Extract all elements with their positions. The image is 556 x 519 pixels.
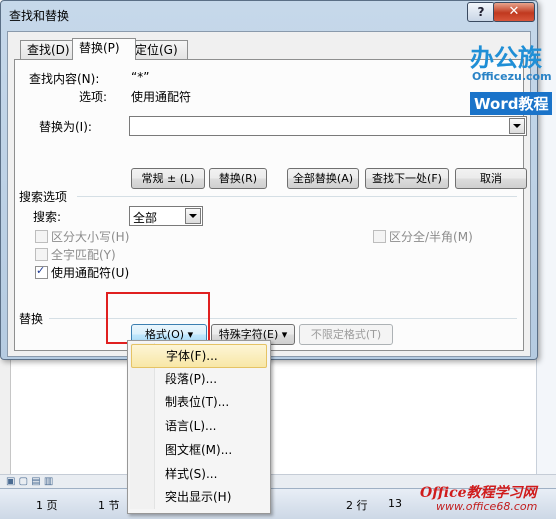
menu-item-label: 样式(S)... (165, 467, 218, 481)
cancel-button[interactable]: 取消 (455, 168, 527, 189)
vertical-ruler (0, 360, 11, 474)
brand-watermark: 办公族 (470, 44, 542, 72)
close-button[interactable]: ✕ (493, 2, 535, 22)
menu-item-highlight[interactable]: 突出显示(H) (131, 486, 265, 508)
find-next-button[interactable]: 查找下一处(F) (365, 168, 449, 189)
status-section: 1 节 (98, 499, 120, 512)
search-select-value: 全部 (133, 211, 158, 225)
dialog-title: 查找和替换 (9, 9, 70, 23)
menu-item-label: 字体(F)... (166, 349, 218, 363)
replace-tab-pane: 查找内容(N): “*” 选项: 使用通配符 替换为(I): 常规 ± (L) … (14, 59, 527, 351)
less-button[interactable]: 常规 ± (L) (131, 168, 205, 189)
whole-word-checkbox[interactable] (35, 248, 48, 261)
bottom-watermark: Office教程学习网 (420, 485, 537, 501)
width-checkbox[interactable] (373, 230, 386, 243)
tab-goto[interactable]: 定位(G) (128, 40, 188, 59)
options-label: 选项: (79, 90, 108, 104)
status-line: 2 行 (346, 499, 368, 512)
match-case-checkbox[interactable] (35, 230, 48, 243)
menu-item-paragraph[interactable]: 段落(P)... (131, 368, 265, 390)
menu-item-frame[interactable]: 图文框(M)... (131, 439, 265, 461)
menu-item-label: 突出显示(H) (165, 490, 232, 504)
whole-word-label: 全字匹配(Y) (51, 248, 116, 262)
search-options-divider (77, 196, 517, 197)
replace-dropdown-arrow-icon[interactable] (509, 118, 525, 134)
menu-item-style[interactable]: 样式(S)... (131, 463, 265, 485)
brand-site-watermark: Officezu.com (472, 70, 552, 83)
replace-section-title: 替换 (19, 312, 44, 326)
help-button[interactable]: ? (467, 2, 495, 22)
format-menu: 字体(F)... 段落(P)... 制表位(T)... 语言(L)... 图文框… (127, 340, 271, 514)
no-format-button[interactable]: 不限定格式(T) (299, 324, 393, 345)
bottom-site-watermark: www.office68.com (436, 500, 538, 513)
find-replace-dialog: 查找和替换 ? ✕ 查找(D) 替换(P) 定位(G) 查找内容(N): “*”… (0, 0, 538, 360)
match-case-label: 区分大小写(H) (51, 230, 130, 244)
menu-item-label: 制表位(T)... (165, 395, 230, 409)
view-icons[interactable]: ▣ ▢ ▤ ▥ (6, 476, 53, 487)
tab-find[interactable]: 查找(D) (20, 40, 80, 59)
status-page: 1 页 (36, 499, 58, 512)
replace-input[interactable] (129, 116, 527, 136)
replace-button[interactable]: 替换(R) (209, 168, 267, 189)
replace-label: 替换为(I): (39, 120, 92, 134)
menu-item-tabs[interactable]: 制表位(T)... (131, 391, 265, 413)
wildcards-label: 使用通配符(U) (51, 266, 130, 280)
dialog-client: 查找(D) 替换(P) 定位(G) 查找内容(N): “*” 选项: 使用通配符… (7, 31, 531, 357)
menu-item-language[interactable]: 语言(L)... (131, 415, 265, 437)
status-column: 13 (388, 497, 402, 510)
search-select[interactable]: 全部 (129, 206, 203, 226)
search-options-title: 搜索选项 (19, 190, 68, 204)
brand-word-watermark: Word教程 (470, 92, 553, 115)
find-input[interactable]: “*” (131, 70, 431, 84)
width-label: 区分全/半角(M) (389, 230, 473, 244)
highlight-box (106, 292, 210, 344)
menu-item-font[interactable]: 字体(F)... (131, 344, 267, 368)
menu-item-label: 段落(P)... (165, 372, 218, 386)
search-label: 搜索: (33, 210, 62, 224)
replace-all-button[interactable]: 全部替换(A) (287, 168, 359, 189)
options-value: 使用通配符 (131, 90, 192, 104)
search-dropdown-arrow-icon[interactable] (185, 208, 201, 224)
find-label: 查找内容(N): (29, 72, 100, 86)
menu-item-label: 语言(L)... (165, 419, 217, 433)
menu-item-label: 图文框(M)... (165, 443, 233, 457)
dialog-titlebar[interactable]: 查找和替换 ? ✕ (1, 1, 537, 27)
wildcards-checkbox[interactable] (35, 264, 48, 279)
tab-replace[interactable]: 替换(P) (72, 38, 136, 60)
